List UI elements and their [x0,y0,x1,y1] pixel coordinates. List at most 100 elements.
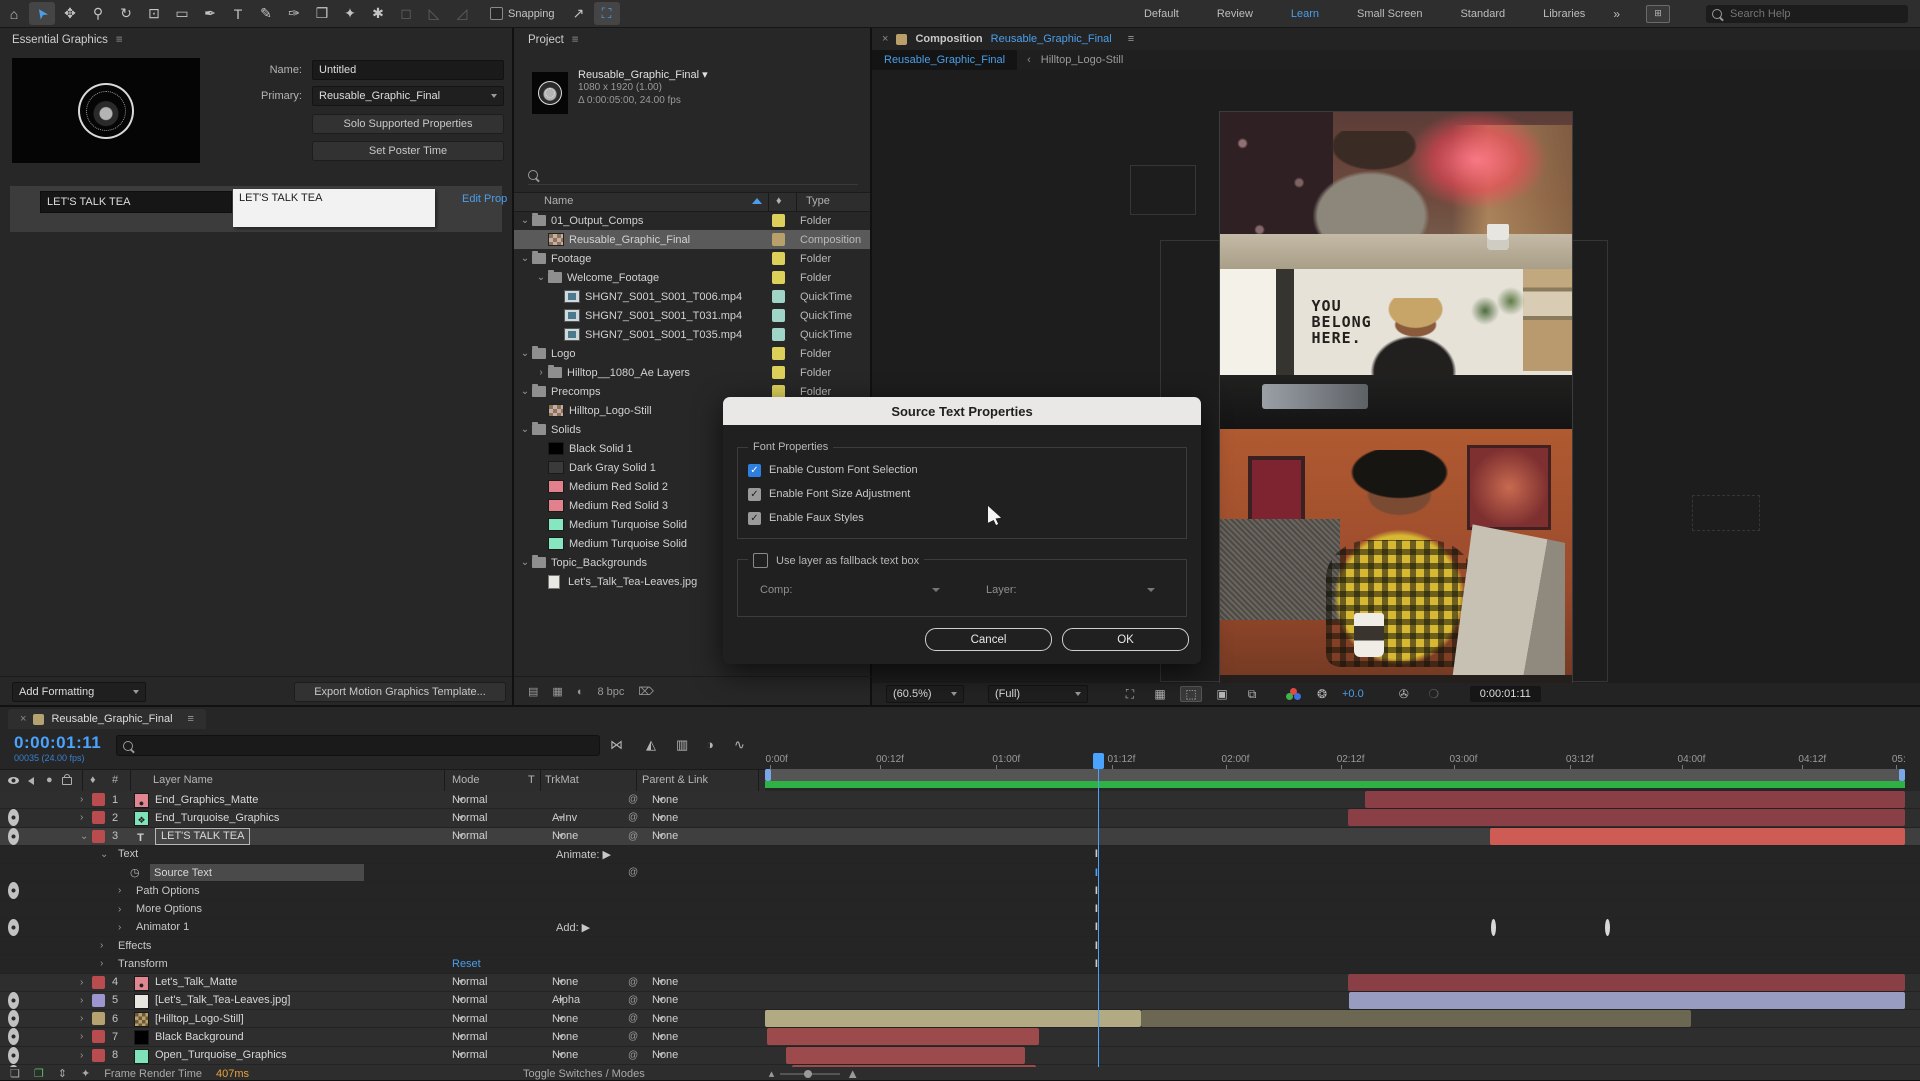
tool-icon[interactable]: ✥ [57,2,83,25]
zoom-out-mountain-icon[interactable]: ▴ [769,1067,775,1080]
expander-icon[interactable]: › [80,809,83,826]
layer-name[interactable]: Animator 1 [136,919,189,936]
channel-icon[interactable] [1286,688,1302,700]
search-help-input[interactable] [1728,7,1882,21]
label-color-chip[interactable] [772,252,785,265]
visibility-toggle[interactable] [8,828,24,845]
layer-track[interactable]: I [765,901,1905,918]
expander-icon[interactable]: › [100,955,103,972]
track-matte-dropdown[interactable]: Alpha [552,992,622,1009]
expander-icon[interactable]: ⌄ [536,272,546,283]
layer-track[interactable] [765,1010,1905,1027]
label-color-chip[interactable] [772,328,785,341]
ok-button[interactable]: OK [1062,628,1189,651]
expander-icon[interactable]: › [118,901,121,918]
trkmat-column[interactable]: TrkMat [545,774,579,786]
visibility-toggle[interactable] [8,1010,24,1027]
label-color-chip[interactable] [772,233,785,246]
pick-whip-icon[interactable]: @ [628,828,638,845]
layer-track[interactable]: I [765,846,1905,863]
tool-icon[interactable]: ◻ [393,2,419,25]
timeline-layer-row[interactable]: › Animator 1 Add: ▶ I [0,919,1920,937]
visibility-toggle[interactable] [8,809,24,826]
workspace-tab[interactable]: Standard [1458,5,1507,23]
guides-icon[interactable]: ⧉ [1242,687,1262,702]
tool-icon[interactable]: T [225,2,251,25]
tool-icon[interactable]: ▭ [169,2,195,25]
fallback-row[interactable]: Use layer as fallback text box [748,553,924,568]
layer-name[interactable]: Open_Turquoise_Graphics [155,1047,287,1064]
pick-whip-icon[interactable]: @ [628,791,638,808]
project-bit-depth[interactable]: 8 bpc [597,686,624,698]
visibility-toggle[interactable] [8,955,24,972]
layer-track[interactable] [765,809,1905,826]
column-name[interactable]: Name [544,195,573,207]
zoom-knob[interactable] [804,1070,812,1078]
dialog-checkbox-row[interactable]: ✓ Enable Faux Styles [748,506,1186,530]
pick-whip-icon[interactable]: @ [628,992,638,1009]
tool-icon[interactable]: ◿ [449,2,475,25]
parent-dropdown[interactable]: None [652,1047,748,1064]
set-poster-time-button[interactable]: Set Poster Time [312,141,504,161]
timeline-search[interactable] [116,735,600,756]
pick-whip-icon[interactable]: @ [628,809,638,826]
layer-duration-bar[interactable] [1365,791,1905,808]
close-icon[interactable]: × [882,33,888,45]
visibility-toggle[interactable] [8,864,24,881]
parent-dropdown[interactable]: None [652,1028,748,1045]
search-help-box[interactable] [1706,5,1908,23]
snap-option-icon[interactable]: ⛶ [594,2,620,25]
resolution-dropdown[interactable]: (Full) [988,685,1088,703]
dialog-checkbox-row[interactable]: ✓ Enable Font Size Adjustment [748,482,1186,506]
workspace-tab[interactable]: Libraries [1541,5,1587,23]
workspace-tab[interactable]: Review [1215,5,1255,23]
fast-previews-icon[interactable]: ⛶ [1120,687,1140,702]
zoom-in-mountain-icon[interactable]: ▲ [846,1066,859,1081]
label-column-icon[interactable]: ♦ [90,774,96,786]
playhead-line[interactable] [1098,753,1099,1067]
expander-icon[interactable]: › [80,1028,83,1045]
graph-editor-icon[interactable]: ∿ [734,737,745,753]
visibility-toggle[interactable] [8,846,24,863]
breadcrumb-other[interactable]: Hilltop_Logo-Still [1041,54,1124,66]
layer-duration-bar-tail[interactable] [1141,1010,1690,1027]
tool-icon[interactable]: ⚲ [85,2,111,25]
sort-ascending-icon[interactable] [752,198,762,204]
label-color-chip[interactable] [92,994,105,1007]
layer-track[interactable]: I [765,919,1905,936]
label-color-chip[interactable] [92,1049,105,1062]
audio-column-icon[interactable] [28,777,34,785]
video-column-icon[interactable] [8,777,19,784]
track-matte-dropdown[interactable]: None [552,828,622,845]
composition-tab[interactable]: × Composition Reusable_Graphic_Final ≡ [872,28,1920,50]
layer-name[interactable]: End_Graphics_Matte [155,791,258,808]
keyframe-dot[interactable] [1491,919,1496,936]
visibility-toggle[interactable] [8,992,24,1009]
project-tree-row[interactable]: ⌄ 01_Output_Comps Folder [514,211,870,230]
live-update-icon[interactable]: ❐ [34,1067,44,1080]
layer-name[interactable]: Path Options [136,882,200,899]
layer-name[interactable]: End_Turquoise_Graphics [155,809,279,826]
timeline-layer-row[interactable]: › 5 [Let's_Talk_Tea-Leaves.jpg] Normal A… [0,992,1920,1010]
snapping-toggle[interactable]: Snapping [490,7,555,20]
eg-name-input[interactable] [312,60,504,80]
timeline-layer-row[interactable]: › More Options I [0,901,1920,919]
tool-icon[interactable]: ✎ [253,2,279,25]
adjustment-icon[interactable]: ◐ [577,686,584,698]
pick-whip-icon[interactable]: @ [628,1047,638,1064]
track-matte-dropdown[interactable]: None [552,1047,622,1064]
tool-icon[interactable]: ⊡ [141,2,167,25]
workspace-layout-icon[interactable]: ⊞ [1646,5,1670,23]
time-ruler[interactable]: 0:00f 00:12f 01:00f 01:12f [765,729,1905,769]
lock-column-icon[interactable] [62,777,72,785]
column-type[interactable]: Type [806,195,830,207]
t-column[interactable]: T [528,774,535,786]
project-tree-row[interactable]: ⌄ Footage Folder [514,249,870,268]
comp-mini-flowchart-icon[interactable]: ⋈ [610,737,623,753]
motion-blur-footer-icon[interactable]: ✦ [81,1067,90,1080]
timeline-zoom-slider[interactable]: ▴ ▲ [769,1066,859,1081]
snapshot-camera-icon[interactable]: ✇ [1394,687,1414,701]
layer-duration-bar[interactable] [765,1010,1141,1027]
label-color-chip[interactable] [772,290,785,303]
dialog-title-bar[interactable]: Source Text Properties [723,397,1201,425]
